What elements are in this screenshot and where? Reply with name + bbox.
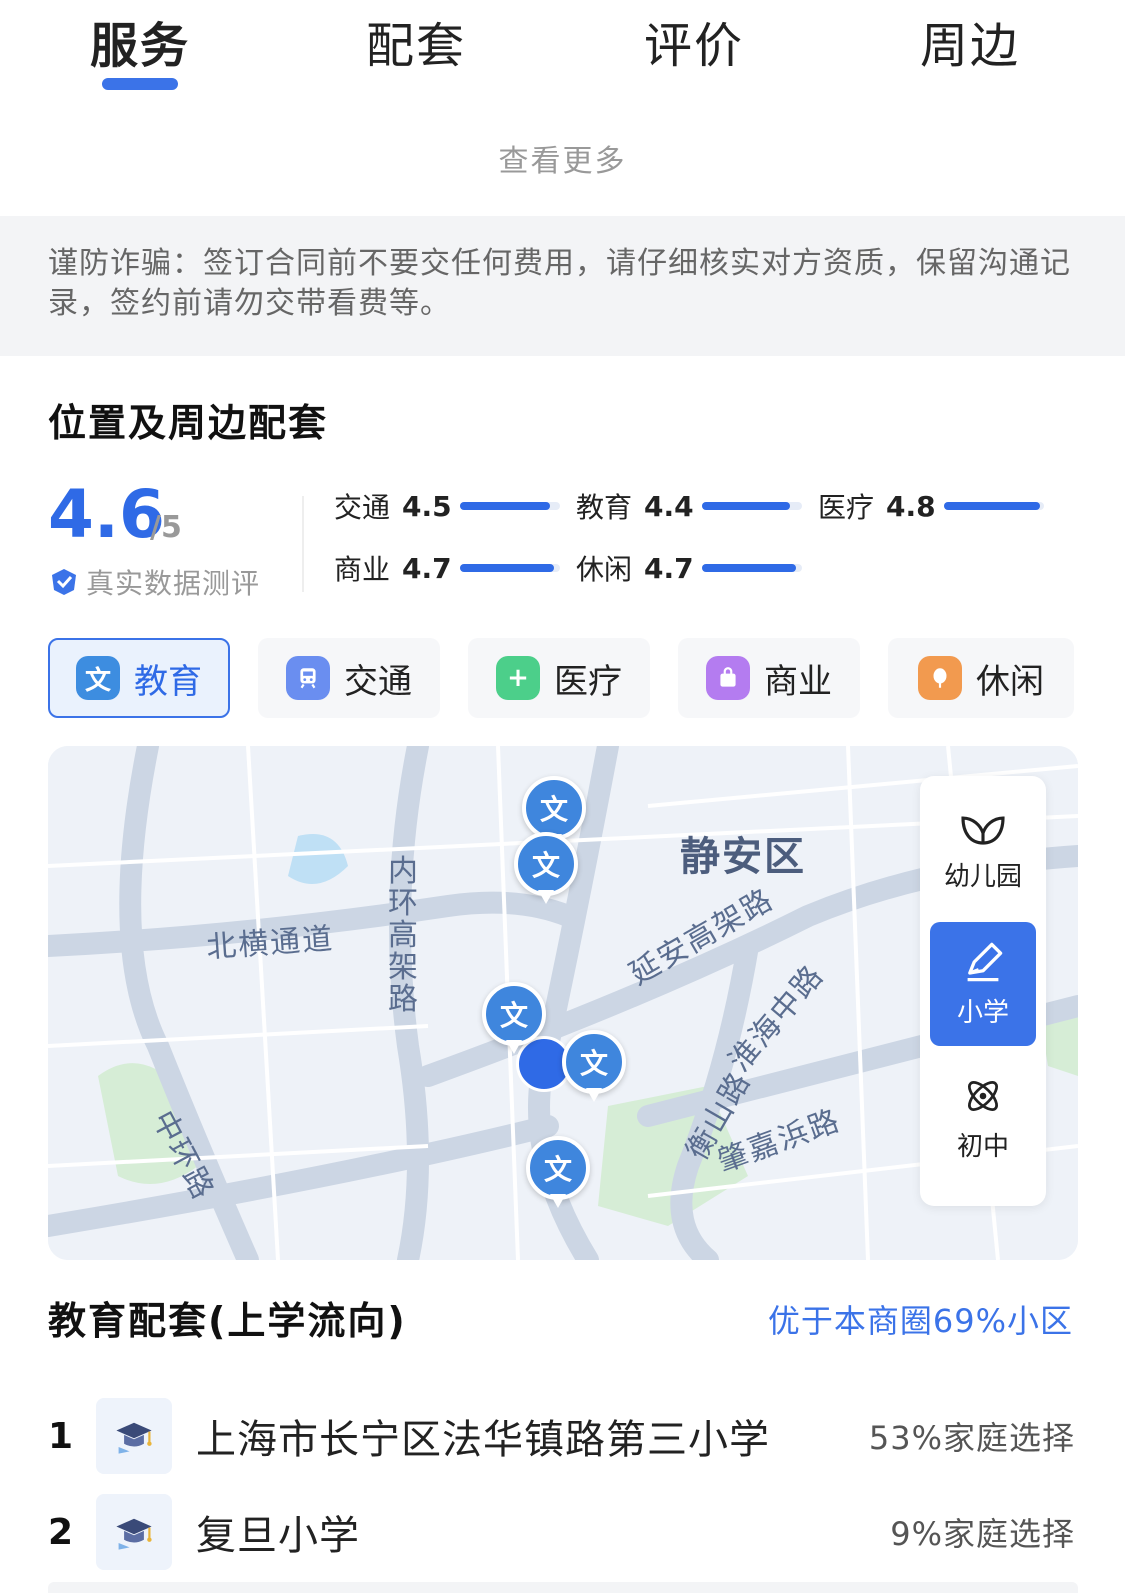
metric-label: 休闲 [576, 553, 633, 586]
plus-icon: + [496, 656, 540, 700]
tab-service[interactable]: 服务 [90, 6, 190, 76]
metric-medical: 医疗 4.8 [818, 486, 1045, 526]
active-tab-indicator [102, 78, 178, 90]
metric-bar [702, 564, 803, 572]
road-label: 内环高架路 [388, 854, 420, 1017]
school-pin[interactable]: 文 [526, 1136, 590, 1212]
pin-tail [586, 1088, 602, 1102]
school-list-item[interactable]: 2 复旦小学 9%家庭选择 [48, 1492, 1075, 1572]
fraud-warning-notice: 谨防诈骗：签订合同前不要交任何费用，请仔细核实对方资质，保留沟通记录，签约前请勿… [0, 216, 1125, 356]
metric-label: 教育 [576, 491, 633, 524]
metric-value: 4.8 [886, 489, 936, 523]
chip-label: 教育 [134, 661, 202, 702]
atom-icon [968, 1080, 998, 1111]
metric-bar-fill [702, 502, 791, 510]
pin-glyph: 文 [482, 982, 546, 1046]
level-kindergarten[interactable]: 幼儿园 [930, 788, 1036, 912]
verified-data-label: 真实数据测评 [48, 562, 260, 602]
metric-label: 交通 [334, 491, 391, 524]
level-middle-school[interactable]: 初中 [930, 1056, 1036, 1180]
pin-glyph: 文 [514, 832, 578, 896]
school-share: 9%家庭选择 [890, 1515, 1075, 1553]
category-chip-traffic[interactable]: 交通 [258, 638, 440, 718]
metric-bar [702, 502, 803, 510]
school-name: 上海市长宁区法华镇路第三小学 [196, 1417, 770, 1463]
category-chip-education[interactable]: 文 教育 [48, 638, 230, 718]
school-level-selector: 幼儿园 小学 初中 [920, 776, 1046, 1206]
education-comparison-link[interactable]: 优于本商圈69%小区 [768, 1296, 1073, 1342]
metric-label: 商业 [334, 553, 391, 586]
level-primary[interactable]: 小学 [930, 922, 1036, 1046]
graduation-cap-icon [96, 1494, 172, 1570]
pencil-icon [967, 942, 1003, 981]
score-max: /5 [150, 510, 182, 545]
school-rank: 1 [48, 1415, 74, 1457]
metric-leisure: 休闲 4.7 [576, 548, 803, 588]
tab-facilities[interactable]: 配套 [366, 6, 466, 76]
road-label: 北横通道 [205, 921, 336, 966]
level-label: 幼儿园 [943, 861, 1022, 892]
verified-text: 真实数据测评 [86, 567, 261, 600]
school-name: 复旦小学 [196, 1513, 360, 1559]
shopping-bag-icon [706, 656, 750, 700]
education-section-title: 教育配套(上学流向) [48, 1299, 407, 1343]
tab-surroundings[interactable]: 周边 [920, 6, 1020, 76]
level-label: 初中 [956, 1131, 1009, 1162]
metric-bar-fill [702, 564, 797, 572]
metric-value: 4.5 [402, 489, 452, 523]
chip-label: 医疗 [554, 661, 622, 702]
metric-traffic: 交通 4.5 [334, 486, 561, 526]
chip-label: 交通 [344, 661, 412, 702]
school-list-item[interactable]: 1 上海市长宁区法华镇路第三小学 53%家庭选择 [48, 1396, 1075, 1476]
top-tab-bar: 服务 配套 评价 周边 [0, 0, 1125, 110]
verified-shield-icon [52, 569, 76, 595]
tab-reviews[interactable]: 评价 [644, 6, 744, 76]
category-chip-medical[interactable]: + 医疗 [468, 638, 650, 718]
category-chip-leisure[interactable]: 休闲 [888, 638, 1074, 718]
pin-tail [550, 1194, 566, 1208]
pin-glyph: 文 [522, 776, 586, 840]
location-section-title: 位置及周边配套 [48, 401, 329, 445]
school-pin[interactable]: 文 [562, 1030, 626, 1106]
next-card-edge [48, 1582, 1078, 1593]
metric-education: 教育 4.4 [576, 486, 803, 526]
chip-label: 休闲 [976, 661, 1044, 702]
level-label: 小学 [956, 997, 1009, 1028]
category-chip-commerce[interactable]: 商业 [678, 638, 860, 718]
metric-value: 4.7 [644, 551, 694, 585]
school-rank: 2 [48, 1511, 74, 1553]
pin-glyph: 文 [562, 1030, 626, 1094]
metric-bar [460, 564, 561, 572]
chip-label: 商业 [764, 661, 832, 702]
pin-tail [538, 890, 554, 904]
metric-bar [460, 502, 561, 510]
train-icon [286, 656, 330, 700]
school-pin[interactable]: 文 [514, 832, 578, 908]
tree-icon [918, 656, 962, 700]
metric-bar-fill [460, 502, 551, 510]
school-pin[interactable]: 文 [482, 982, 546, 1058]
metric-bar [944, 502, 1045, 510]
district-label: 静安区 [680, 834, 806, 880]
pin-glyph: 文 [526, 1136, 590, 1200]
sprout-icon [961, 815, 1005, 845]
metric-bar-fill [944, 502, 1041, 510]
education-icon: 文 [76, 656, 120, 700]
school-share: 53%家庭选择 [868, 1419, 1075, 1457]
metric-value: 4.4 [644, 489, 694, 523]
pin-tail [506, 1040, 522, 1054]
metric-commerce: 商业 4.7 [334, 548, 561, 588]
overall-score: 4.6 [48, 476, 165, 553]
score-divider [302, 496, 304, 592]
see-more-link[interactable]: 查看更多 [0, 136, 1125, 180]
metric-value: 4.7 [402, 551, 452, 585]
metric-bar-fill [460, 564, 555, 572]
graduation-cap-icon [96, 1398, 172, 1474]
metric-label: 医疗 [818, 491, 875, 524]
